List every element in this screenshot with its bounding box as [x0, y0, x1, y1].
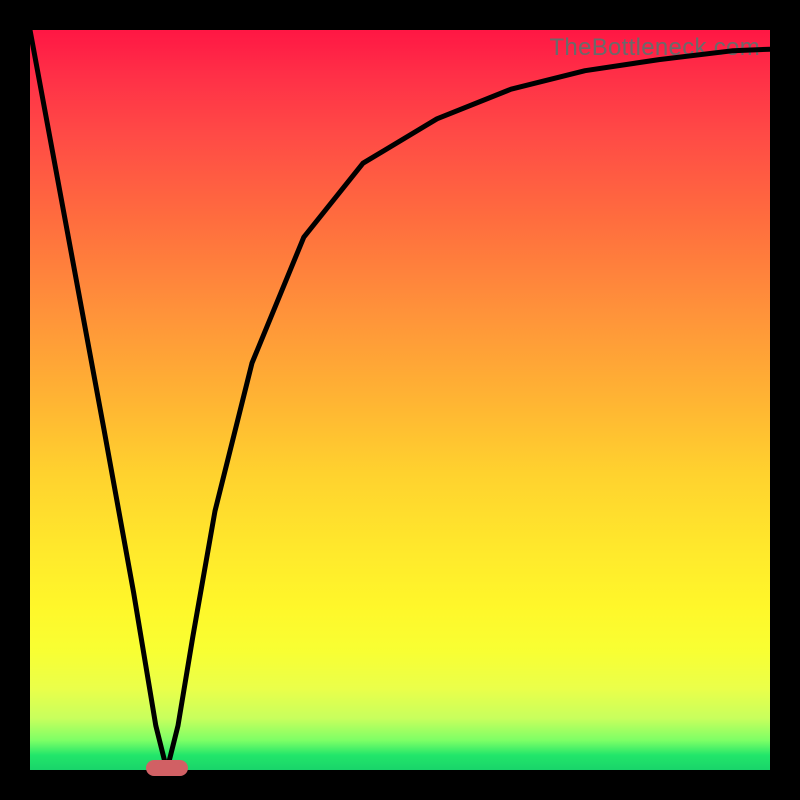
optimal-marker: [146, 760, 188, 776]
chart-frame: TheBottleneck.com: [0, 0, 800, 800]
plot-area: TheBottleneck.com: [30, 30, 770, 770]
curve-svg: [30, 30, 770, 770]
bottleneck-curve: [30, 30, 770, 770]
